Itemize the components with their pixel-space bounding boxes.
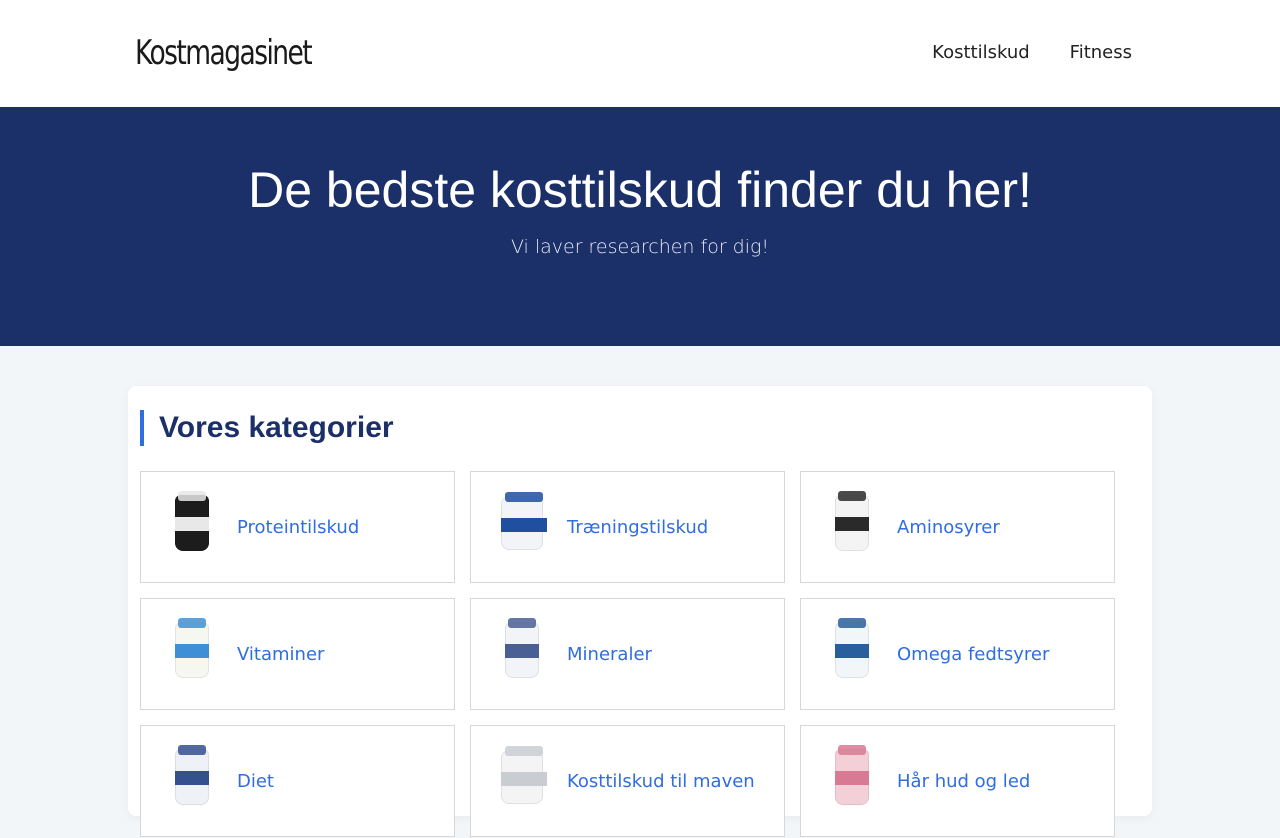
nav-item-fitness[interactable]: Fitness xyxy=(1070,42,1132,63)
omega-jar-icon xyxy=(831,618,873,681)
categories-card: Vores kategorier Proteintilskud Træningst… xyxy=(128,386,1152,837)
category-label: Omega fedtsyrer xyxy=(897,644,1050,665)
category-tile[interactable]: Hår hud og led xyxy=(800,725,1115,837)
section-title: Vores kategorier xyxy=(140,410,394,446)
category-tile[interactable]: Aminosyrer xyxy=(800,471,1115,583)
category-label: Diet xyxy=(237,771,274,792)
category-label: Proteintilskud xyxy=(237,517,360,538)
mineral-jar-icon xyxy=(501,618,543,681)
category-label: Hår hud og led xyxy=(897,771,1031,792)
category-label: Vitaminer xyxy=(237,644,325,665)
category-tile[interactable]: Træningstilskud xyxy=(470,471,785,583)
category-grid: Proteintilskud Træningstilskud Aminosyrer V… xyxy=(140,471,1115,837)
main-nav: Kosttilskud Fitness xyxy=(932,42,1132,63)
protein-jar-icon xyxy=(171,491,213,554)
category-tile[interactable]: Omega fedtsyrer xyxy=(800,598,1115,710)
hero-title: De bedste kosttilskud finder du her! xyxy=(248,162,1032,218)
category-tile[interactable]: Mineraler xyxy=(470,598,785,710)
category-label: Kosttilskud til maven xyxy=(567,771,755,792)
category-tile[interactable]: Kosttilskud til maven xyxy=(470,725,785,837)
site-logo[interactable]: Kostmagasinet xyxy=(135,33,313,73)
hero-subtitle: Vi laver researchen for dig! xyxy=(510,236,770,258)
training-supplement-jar-icon xyxy=(501,492,547,554)
category-tile[interactable]: Proteintilskud xyxy=(140,471,455,583)
stomach-supplement-jar-icon xyxy=(501,746,547,808)
category-label: Træningstilskud xyxy=(567,517,709,538)
category-label: Aminosyrer xyxy=(897,517,1000,538)
hair-skin-joint-jar-icon xyxy=(831,745,873,808)
amino-acid-jar-icon xyxy=(831,491,873,554)
vitamin-jar-icon xyxy=(171,618,213,681)
site-header: Kostmagasinet Kosttilskud Fitness xyxy=(0,0,1280,107)
nav-item-kosttilskud[interactable]: Kosttilskud xyxy=(932,42,1030,63)
category-label: Mineraler xyxy=(567,644,652,665)
hero-banner: De bedste kosttilskud finder du her! Vi … xyxy=(0,107,1280,346)
diet-jar-icon xyxy=(171,745,213,808)
category-tile[interactable]: Vitaminer xyxy=(140,598,455,710)
category-tile[interactable]: Diet xyxy=(140,725,455,837)
